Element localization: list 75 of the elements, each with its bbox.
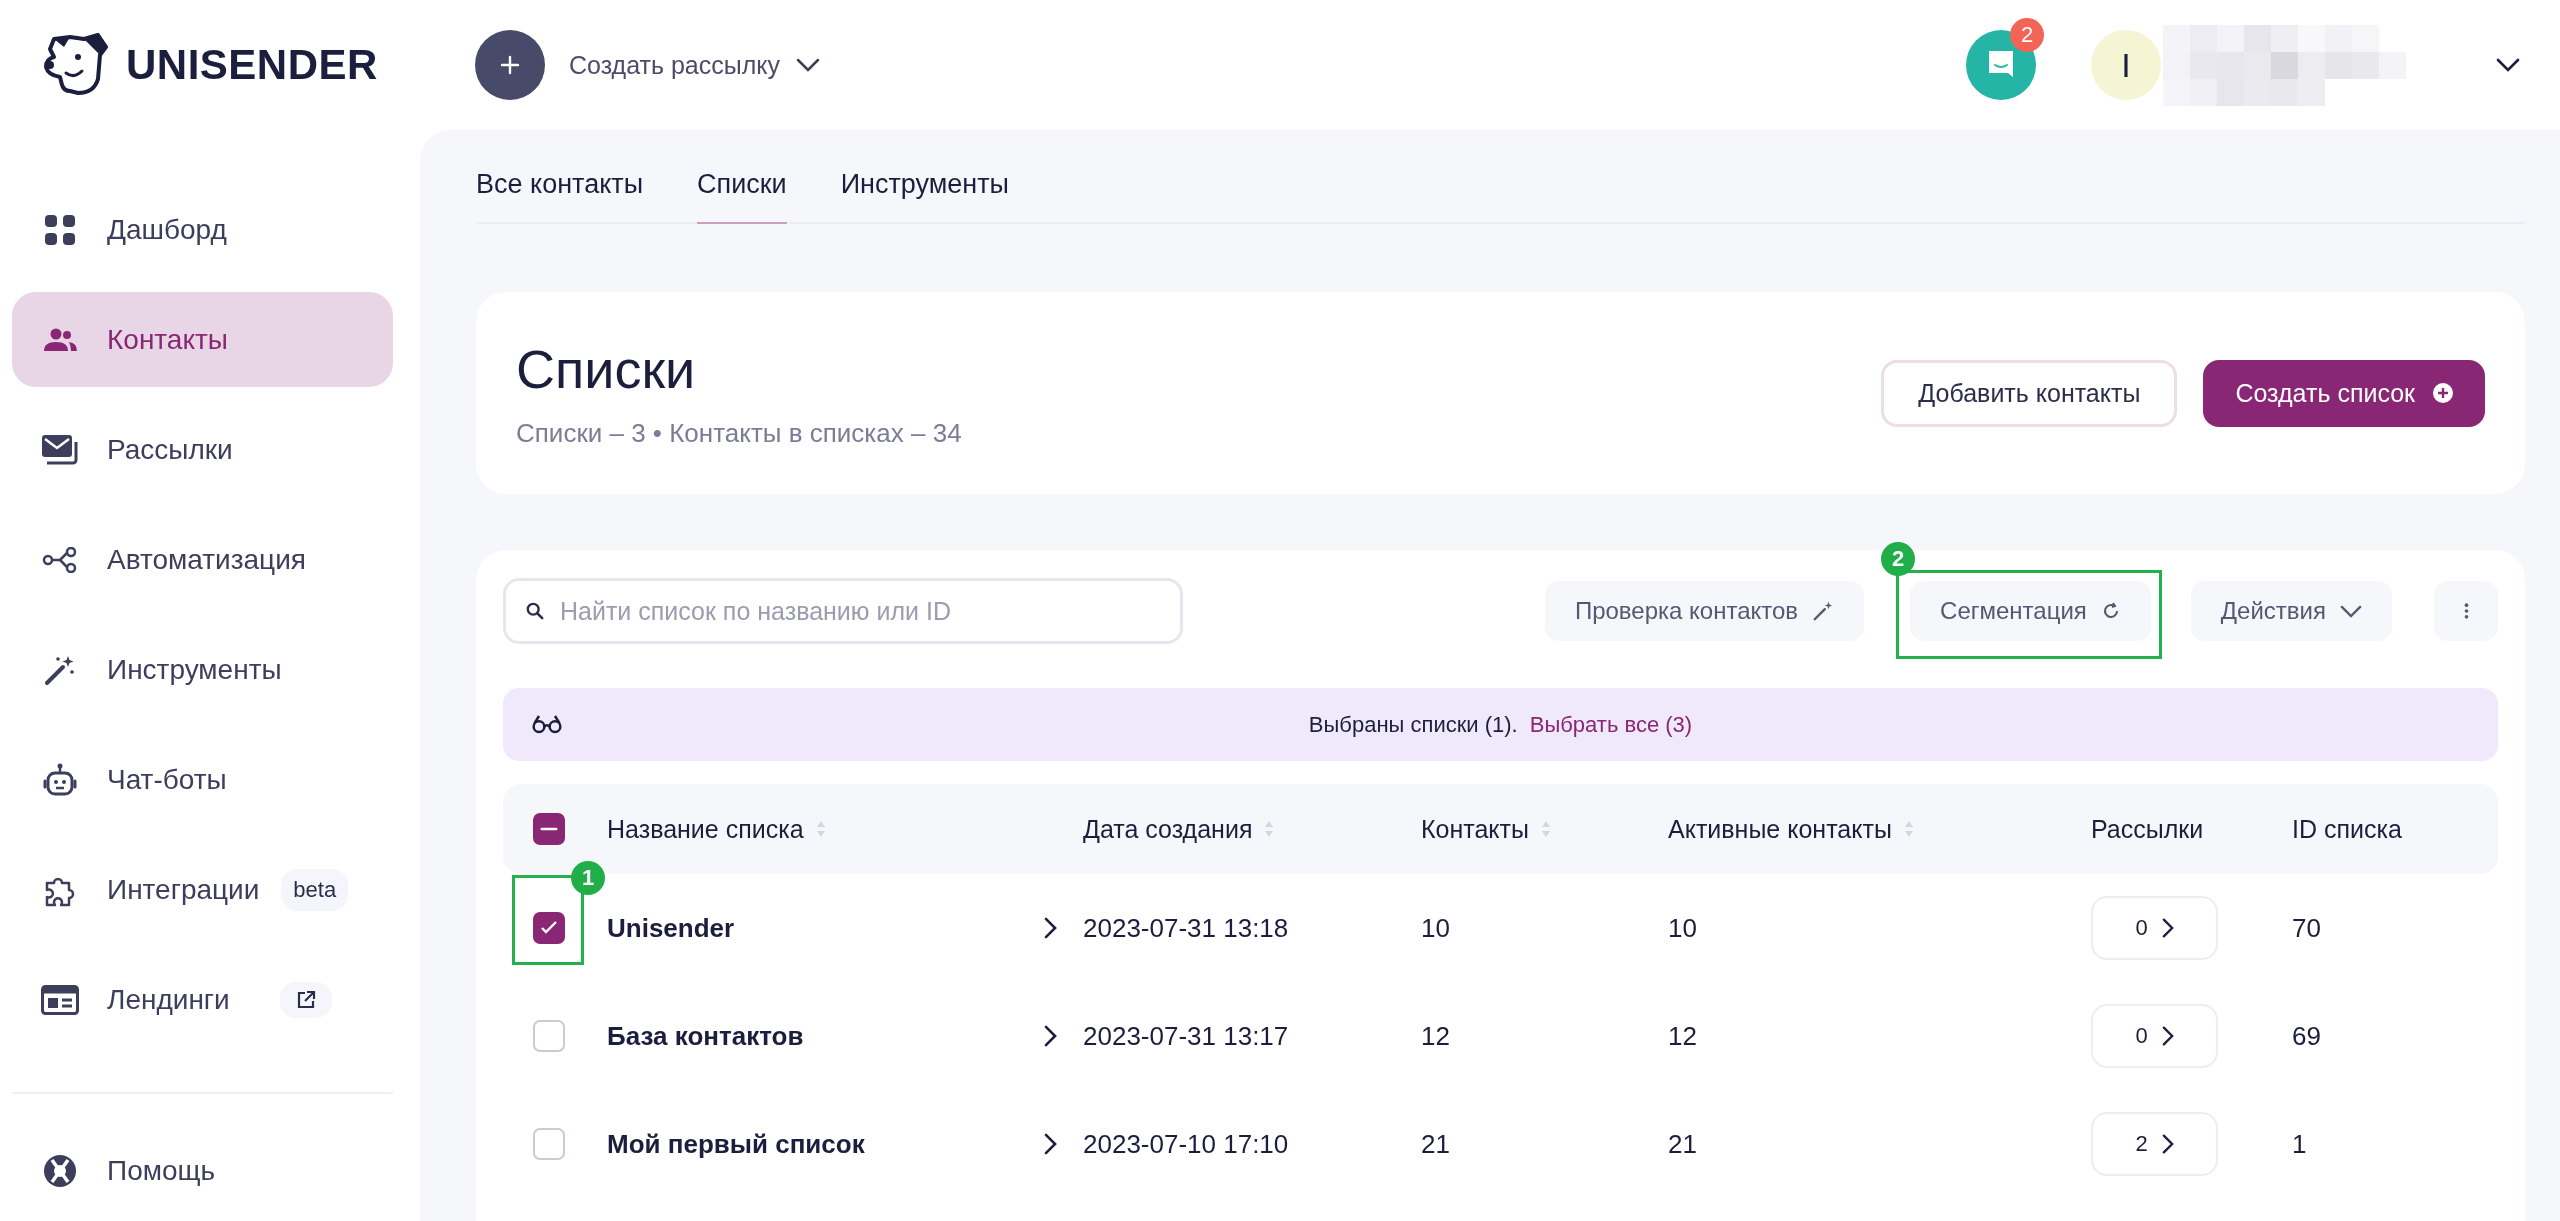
table-cell-text: 12 [1668, 1020, 1698, 1052]
segmentation-button[interactable]: Сегментация [1910, 581, 2151, 641]
row-checkbox[interactable] [533, 912, 565, 944]
table-cell-text: 1 [2292, 1128, 2308, 1160]
sidebar-item[interactable]: Инструменты [12, 622, 393, 717]
logo-text: UNISENDER [126, 41, 378, 89]
list-name[interactable]: База контактов [607, 1020, 804, 1052]
sidebar-item[interactable]: Лендинги [12, 952, 393, 1047]
row-checkbox[interactable] [533, 1020, 565, 1052]
column-header: Контакты [1421, 814, 1529, 844]
check-contacts-button[interactable]: Проверка контактов [1544, 581, 1865, 641]
create-list-button[interactable]: Создать список [2203, 359, 2485, 427]
page-summary: Списки – 3 • Контакты в списках – 34 [516, 417, 963, 449]
table-cell-text: 12 [1421, 1020, 1451, 1052]
column-header: ID списка [2292, 814, 2402, 844]
column-header: Активные контакты [1668, 814, 1892, 844]
plus-icon [500, 55, 520, 75]
table-cell-text: 2023-07-10 17:10 [1083, 1128, 1290, 1160]
table-cell-text: 70 [2292, 912, 2322, 944]
table-cell-text: 2023-07-31 13:18 [1083, 912, 1290, 944]
checkmark-icon [539, 920, 559, 936]
list-name[interactable]: Unisender [607, 912, 735, 944]
step-number-badge: 1 [571, 861, 605, 895]
chevron-right-icon[interactable] [1044, 1025, 1057, 1047]
table-cell-text: 69 [2292, 1020, 2322, 1052]
sidebar-item[interactable]: Контакты [12, 292, 393, 387]
list-name[interactable]: Мой первый список [607, 1128, 865, 1160]
chevron-right-icon[interactable] [1044, 1133, 1057, 1155]
selection-text: Выбраны списки (1). [1308, 711, 1518, 738]
magic-wand-icon [1812, 600, 1835, 622]
tab[interactable]: Все контакты [476, 169, 644, 224]
mailings-count-button[interactable]: 0 [2091, 1004, 2218, 1068]
landing-page-icon [38, 984, 82, 1015]
step-number-badge: 2 [1881, 542, 1916, 576]
column-header: Название списка [607, 814, 804, 844]
table-cell-text: 21 [1668, 1128, 1698, 1160]
search-icon [526, 602, 544, 620]
add-contacts-button[interactable]: Добавить контакты [1881, 359, 2178, 427]
chevron-right-icon[interactable] [1044, 917, 1057, 939]
chevron-right-icon [2161, 1134, 2174, 1154]
page-title: Списки [516, 337, 697, 400]
chevron-down-icon [796, 58, 821, 72]
select-all-link[interactable]: Выбрать все (3) [1529, 711, 1693, 738]
sidebar-item[interactable]: Дашборд [12, 182, 393, 277]
table-cell-text: 2023-07-31 13:17 [1083, 1020, 1290, 1052]
sidebar-item[interactable]: Автоматизация [12, 512, 393, 607]
tab[interactable]: Инструменты [840, 169, 1009, 224]
chevron-right-icon [2161, 918, 2174, 938]
table-cell-text: 21 [1421, 1128, 1451, 1160]
chevron-down-icon[interactable] [2496, 58, 2520, 72]
search-field[interactable]: Найти список по названию или ID [503, 578, 1183, 644]
more-vertical-icon [2463, 602, 2469, 620]
help-item[interactable]: Помощь [12, 1123, 393, 1218]
table-cell-text: 10 [1668, 912, 1698, 944]
sidebar-item[interactable]: Рассылки [12, 402, 393, 497]
sidebar-item[interactable]: Интеграции beta [12, 842, 393, 937]
create-mailing-dropdown[interactable]: Создать рассылку [569, 50, 821, 80]
minus-icon [540, 826, 558, 832]
chevron-down-icon [2340, 604, 2362, 618]
user-avatar[interactable]: I [2091, 30, 2161, 100]
plus-circle-icon [2433, 383, 2453, 403]
table-cell-text: 10 [1421, 912, 1451, 944]
select-all-checkbox[interactable] [533, 813, 565, 845]
tab[interactable]: Списки [697, 169, 787, 224]
column-header: Дата создания [1083, 814, 1253, 844]
beta-badge: beta [281, 868, 349, 911]
notification-badge: 2 [2010, 18, 2044, 52]
sidebar-item[interactable]: Чат-боты [12, 732, 393, 827]
glasses-icon [531, 714, 563, 734]
row-checkbox[interactable] [533, 1128, 565, 1160]
column-header: Рассылки [2091, 814, 2204, 844]
mailings-count-button[interactable]: 0 [2091, 896, 2218, 960]
actions-dropdown[interactable]: Действия [2190, 581, 2392, 641]
mailings-count-button[interactable]: 2 [2091, 1112, 2218, 1176]
chevron-right-icon [2161, 1026, 2174, 1046]
